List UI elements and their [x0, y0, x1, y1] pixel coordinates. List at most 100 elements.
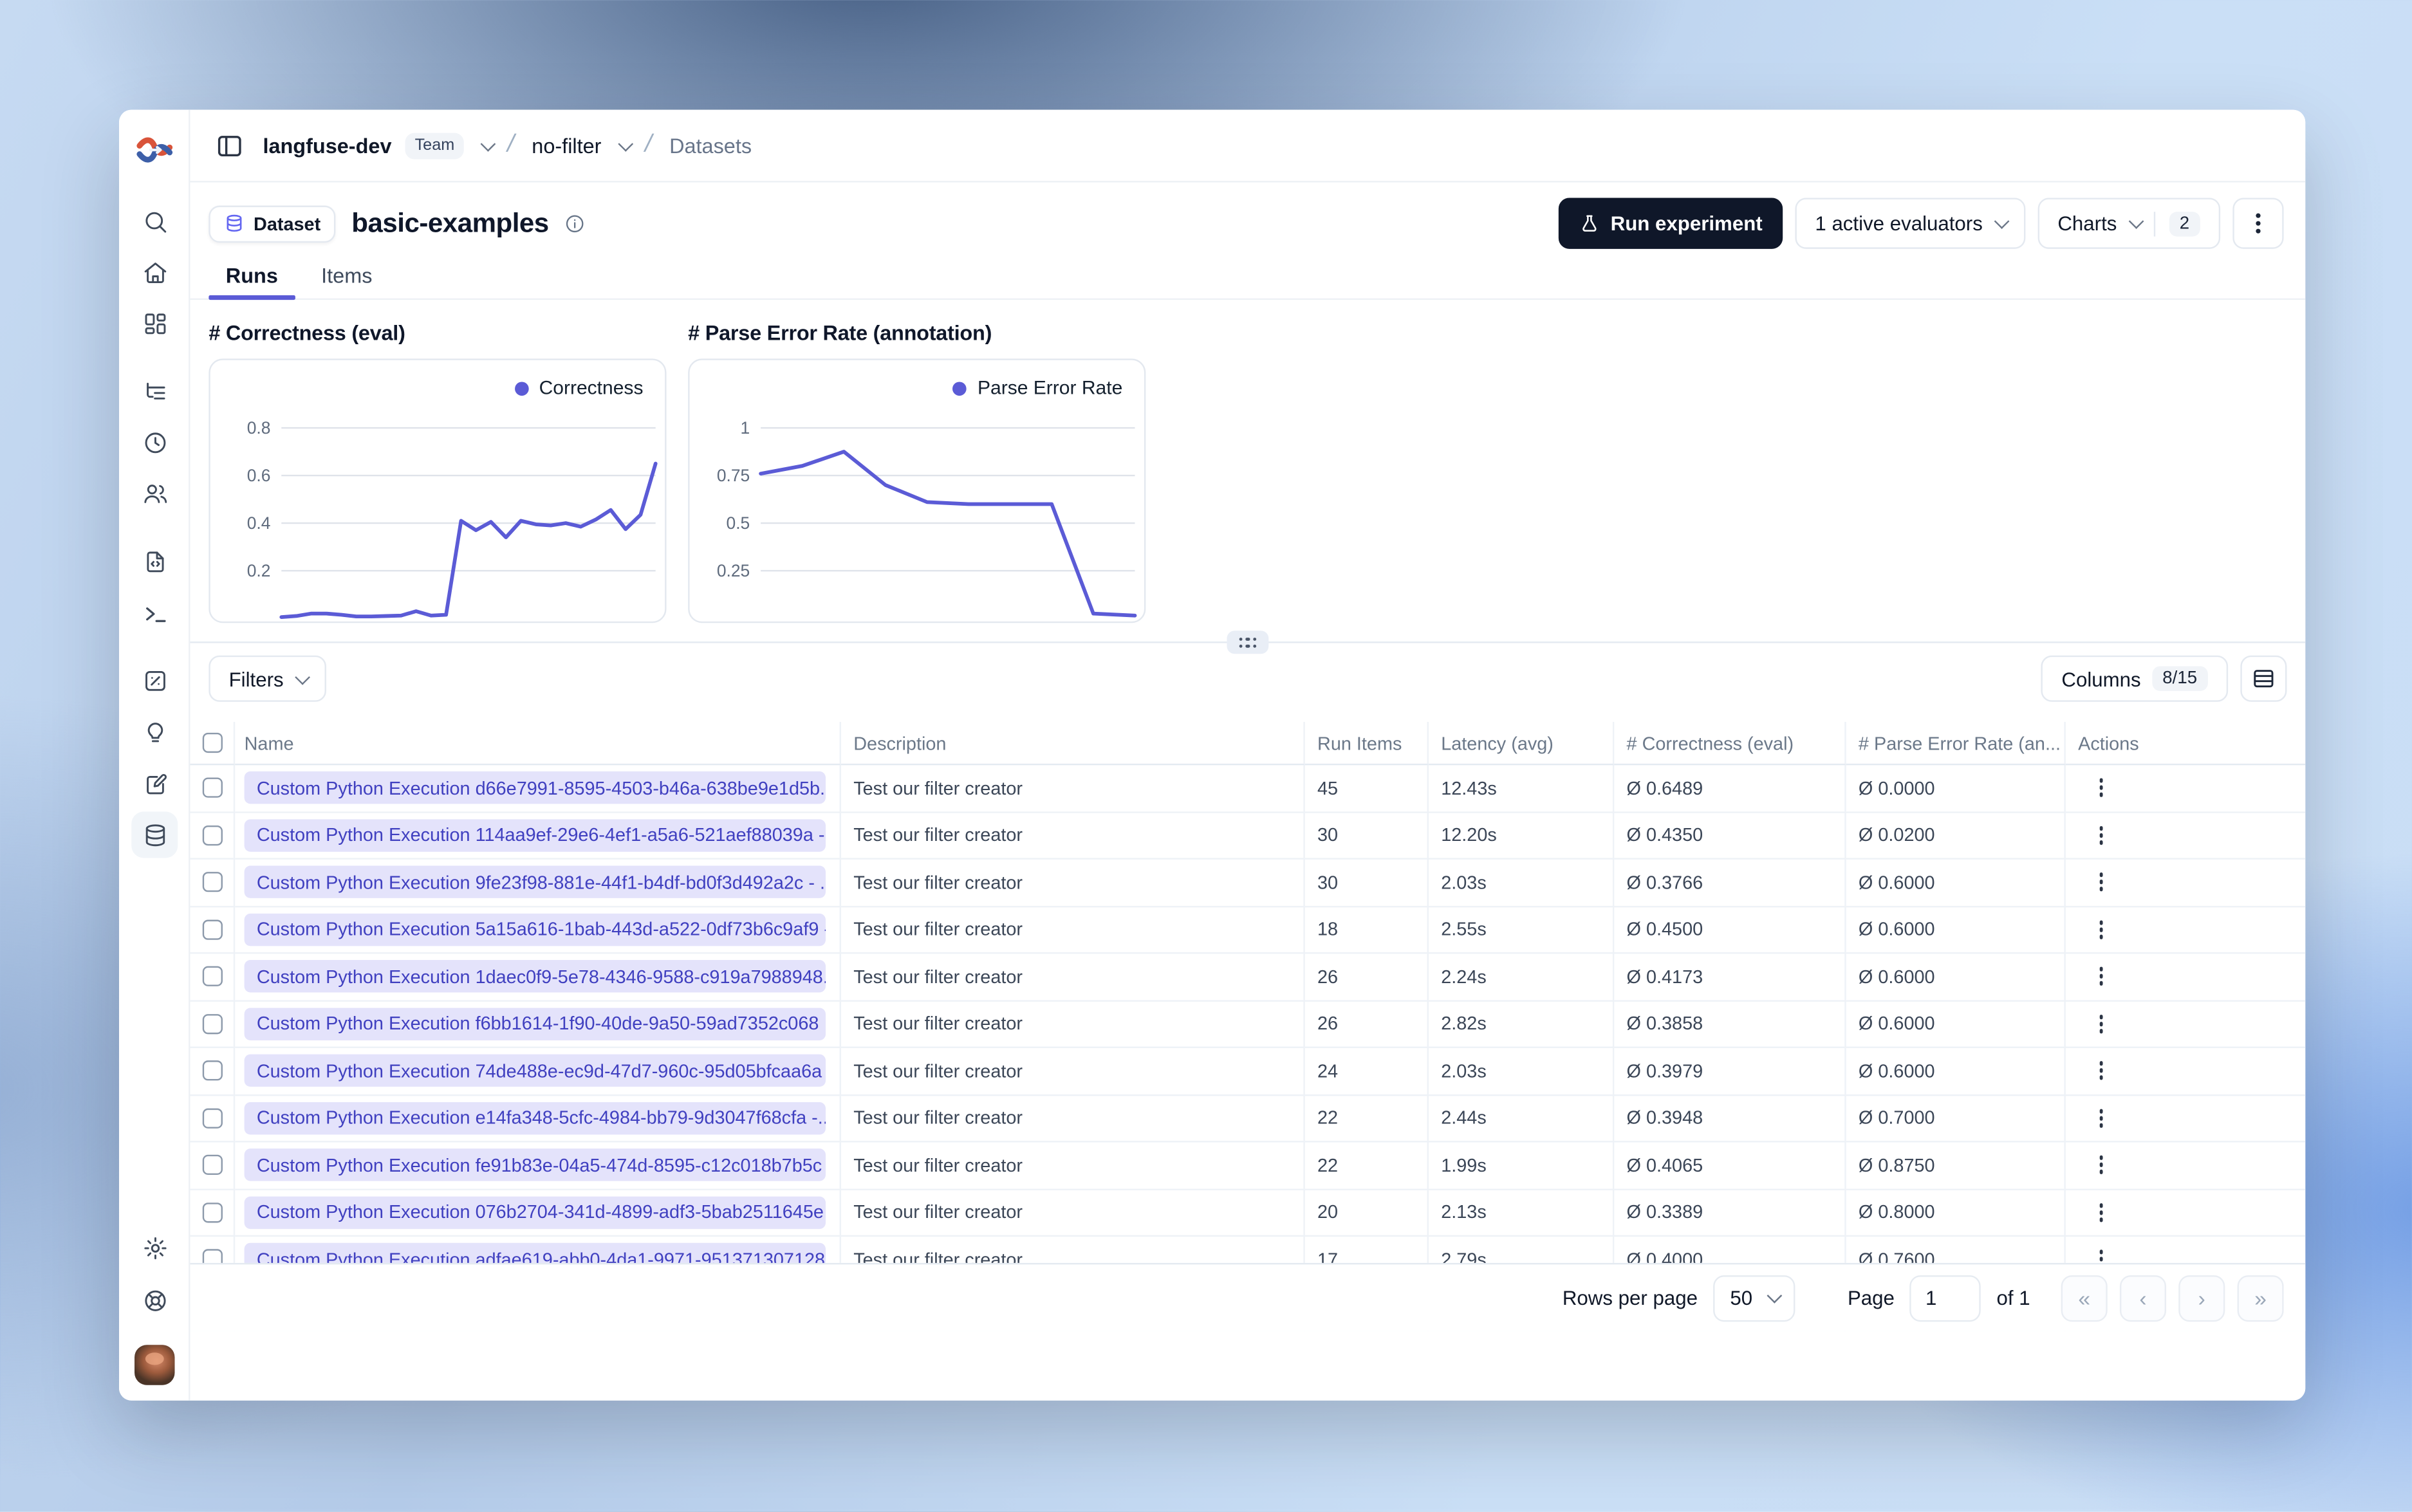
run-name-link[interactable]: Custom Python Execution d66e7991-8595-45…	[244, 771, 826, 804]
run-name-link[interactable]: Custom Python Execution f6bb1614-1f90-40…	[244, 1007, 826, 1040]
run-latency: 2.82s	[1429, 1000, 1615, 1048]
active-evaluators-button[interactable]: 1 active evaluators	[1795, 198, 2025, 249]
run-parse-error: Ø 0.6000	[1846, 907, 2066, 954]
table-section: Filters Columns 8/15 Name Description Ru…	[190, 631, 2306, 1331]
chevron-down-icon[interactable]	[481, 136, 496, 151]
next-page-button[interactable]: ›	[2178, 1274, 2225, 1322]
tracing-icon[interactable]	[131, 368, 178, 414]
breadcrumb-project[interactable]: no-filter	[532, 134, 601, 157]
run-name-link[interactable]: Custom Python Execution 74de488e-ec9d-47…	[244, 1055, 826, 1087]
sessions-icon[interactable]	[131, 419, 178, 465]
tab-runs[interactable]: Runs	[209, 258, 295, 300]
row-actions-button[interactable]	[2090, 1107, 2112, 1129]
row-actions-button[interactable]	[2090, 824, 2112, 846]
table-row: Custom Python Execution 9fe23f98-881e-44…	[190, 859, 2306, 907]
run-items-count: 22	[1304, 1142, 1429, 1190]
col-header-latency[interactable]: Latency (avg)	[1429, 722, 1615, 766]
more-actions-button[interactable]	[2232, 198, 2284, 249]
prompts-icon[interactable]	[131, 538, 178, 584]
chevron-down-icon	[295, 669, 311, 684]
run-name-link[interactable]: Custom Python Execution 076b2704-341d-48…	[244, 1196, 826, 1229]
col-header-name[interactable]: Name	[235, 722, 842, 766]
charts-count-badge: 2	[2168, 210, 2200, 236]
col-header-correctness[interactable]: # Correctness (eval)	[1614, 722, 1846, 766]
home-icon[interactable]	[131, 249, 178, 295]
users-icon[interactable]	[131, 470, 178, 516]
run-name-link[interactable]: Custom Python Execution 9fe23f98-881e-44…	[244, 866, 826, 899]
previous-page-button[interactable]: ‹	[2119, 1274, 2167, 1322]
flask-icon	[1582, 214, 1596, 231]
col-header-run-items[interactable]: Run Items	[1304, 722, 1429, 766]
settings-icon[interactable]	[131, 1224, 178, 1271]
filters-button[interactable]: Filters	[209, 655, 326, 702]
run-items-count: 45	[1304, 765, 1429, 813]
select-all-checkbox[interactable]	[201, 732, 222, 753]
table-footer: Rows per page 50 Page of 1 « ‹ › »	[190, 1262, 2306, 1331]
annotation-icon[interactable]	[131, 761, 178, 807]
search-icon[interactable]	[131, 198, 178, 244]
dashboards-icon[interactable]	[131, 300, 178, 346]
page-number-input[interactable]	[1909, 1274, 1981, 1322]
row-actions-button[interactable]	[2090, 871, 2112, 893]
row-actions-button[interactable]	[2090, 966, 2112, 988]
run-name-link[interactable]: Custom Python Execution e14fa348-5cfc-49…	[244, 1102, 826, 1134]
last-page-button[interactable]: »	[2237, 1274, 2284, 1322]
row-checkbox[interactable]	[201, 1202, 222, 1222]
run-name-link[interactable]: Custom Python Execution 114aa9ef-29e6-4e…	[244, 818, 826, 852]
run-name-link[interactable]: Custom Python Execution 1daec0f9-5e78-43…	[244, 960, 826, 993]
app-window: langfuse-dev Team / no-filter / Datasets…	[119, 109, 2306, 1401]
row-actions-button[interactable]	[2090, 1154, 2112, 1176]
page-label: Page	[1847, 1286, 1895, 1310]
run-latency: 1.99s	[1429, 1142, 1615, 1190]
run-correctness: Ø 0.4065	[1614, 1142, 1846, 1190]
row-actions-button[interactable]	[2090, 777, 2112, 799]
chevron-down-icon[interactable]	[618, 136, 633, 151]
col-header-description[interactable]: Description	[841, 722, 1305, 766]
columns-button[interactable]: Columns 8/15	[2041, 655, 2229, 702]
resize-handle[interactable]	[1227, 631, 1269, 654]
breadcrumb-section[interactable]: Datasets	[669, 134, 752, 157]
tab-items[interactable]: Items	[304, 258, 389, 298]
run-latency: 2.13s	[1429, 1189, 1615, 1237]
charts-toggle-button[interactable]: Charts 2	[2037, 198, 2221, 249]
row-checkbox[interactable]	[201, 778, 222, 798]
table-row: Custom Python Execution e14fa348-5cfc-49…	[190, 1095, 2306, 1143]
rows-per-page-label: Rows per page	[1562, 1286, 1698, 1310]
langfuse-logo[interactable]	[135, 130, 174, 170]
row-checkbox[interactable]	[201, 825, 222, 845]
row-checkbox[interactable]	[201, 1108, 222, 1129]
row-checkbox[interactable]	[201, 1060, 222, 1082]
datasets-icon[interactable]	[131, 811, 178, 858]
user-avatar[interactable]	[135, 1345, 175, 1385]
row-actions-button[interactable]	[2090, 919, 2112, 941]
info-icon[interactable]	[564, 213, 585, 234]
run-description: Test our filter creator	[841, 1000, 1305, 1048]
sidebar-toggle-icon[interactable]	[209, 125, 248, 165]
row-checkbox[interactable]	[201, 1013, 222, 1034]
run-name-link[interactable]: Custom Python Execution 5a15a616-1bab-44…	[244, 913, 826, 946]
sidebar	[119, 109, 190, 1401]
table-row: Custom Python Execution 5a15a616-1bab-44…	[190, 907, 2306, 954]
first-page-button[interactable]: «	[2061, 1274, 2108, 1322]
row-actions-button[interactable]	[2090, 1060, 2112, 1082]
llm-as-a-judge-icon[interactable]	[131, 710, 178, 756]
row-actions-button[interactable]	[2090, 1201, 2112, 1223]
run-experiment-button[interactable]: Run experiment	[1557, 198, 1783, 249]
run-latency: 2.24s	[1429, 954, 1615, 1001]
row-checkbox[interactable]	[201, 966, 222, 987]
run-name-link[interactable]: Custom Python Execution fe91b83e-04a5-47…	[244, 1148, 826, 1182]
support-icon[interactable]	[131, 1277, 178, 1323]
svg-text:0.6: 0.6	[247, 466, 271, 485]
evaluation-icon[interactable]	[131, 657, 178, 703]
chart-title: # Correctness (eval)	[209, 321, 405, 345]
row-checkbox[interactable]	[201, 872, 222, 892]
rows-per-page-select[interactable]: 50	[1713, 1274, 1795, 1322]
row-checkbox[interactable]	[201, 1155, 222, 1175]
breadcrumb-org[interactable]: langfuse-dev	[263, 134, 391, 157]
row-actions-button[interactable]	[2090, 1013, 2112, 1035]
run-items-count: 30	[1304, 859, 1429, 907]
playground-icon[interactable]	[131, 591, 178, 637]
col-header-parse-error[interactable]: # Parse Error Rate (an...	[1846, 722, 2066, 766]
row-checkbox[interactable]	[201, 919, 222, 940]
row-height-button[interactable]	[2240, 655, 2287, 702]
